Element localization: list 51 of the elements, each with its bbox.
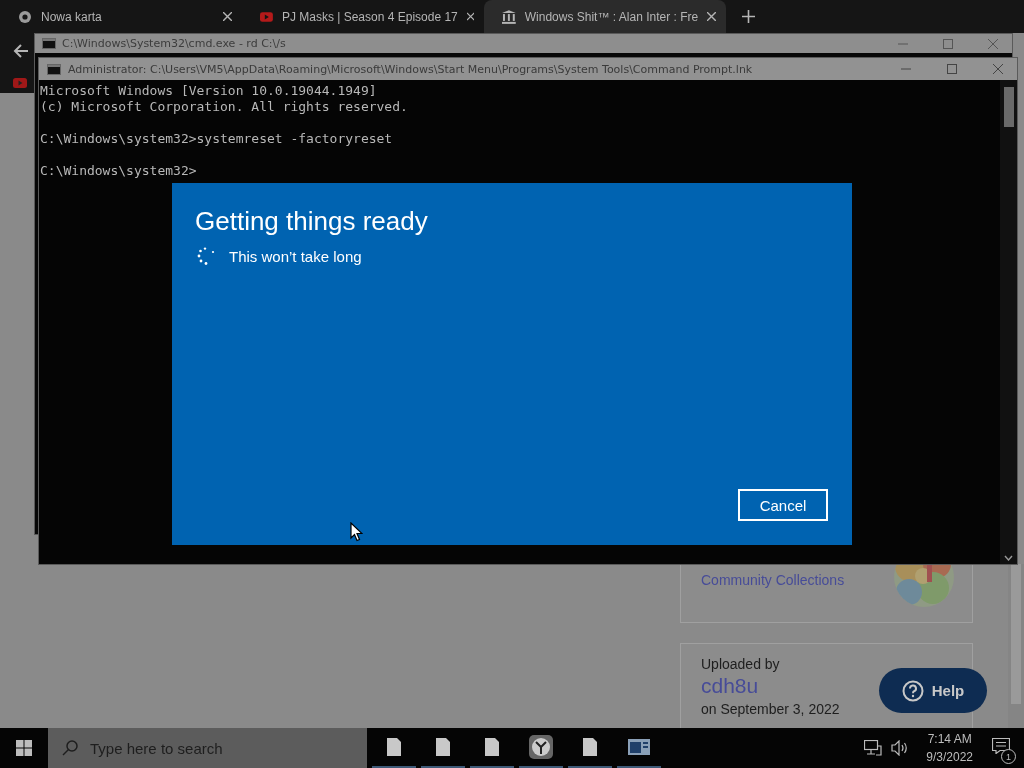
dialog-message: This won’t take long [229,247,362,265]
document-icon [436,738,450,756]
chevron-down-icon [1004,555,1013,561]
scrollbar[interactable] [1008,564,1024,728]
notification-count: 1 [1001,749,1016,764]
building-icon [502,9,516,24]
cancel-button[interactable]: Cancel [738,489,828,521]
close-icon [466,12,474,21]
search-icon [62,740,78,756]
play-icon [13,78,27,88]
scrollbar[interactable] [1000,80,1017,564]
new-tab-icon [742,10,755,23]
command-line: C:\Windows\system32> [40,163,198,179]
clock-time[interactable]: 7:14 AM [927,730,972,748]
console-output: Microsoft Windows [Version 10.0.19044.1949] [40,83,378,99]
document-icon [583,738,597,756]
windows-logo-icon[interactable] [16,740,32,756]
window-title: C:\Windows\System32\cmd.exe - rd C:\/s [62,37,286,50]
clock-date[interactable]: 9/3/2022 [926,748,973,766]
browser-tab[interactable]: PJ Masks | Season 4 Episode 17 [242,0,484,33]
console-icon [42,38,56,49]
back-arrow-icon[interactable] [13,44,29,58]
clock-icon [529,735,553,759]
window-icon [628,739,650,755]
help-icon [901,679,924,702]
uploaded-by-label: Uploaded by [701,656,781,672]
network-icon [864,740,883,756]
upload-date: on September 3, 2022 [701,701,841,717]
dialog-title: Getting things ready [195,205,429,237]
speaker-icon [891,740,910,756]
command-line: C:\Windows\system32>systemreset -factoryreset [40,131,394,147]
spinner-icon [197,247,215,265]
document-icon [485,738,499,756]
cursor-icon [350,522,363,542]
browser-tab[interactable]: Windows Shit™ : Alan Inter : Fre [484,0,726,33]
console-icon [47,63,61,75]
console-output: (c) Microsoft Corporation. All rights reserved. [40,99,409,115]
scrollbar-thumb[interactable] [1011,564,1021,704]
notification-icon [992,738,1010,754]
help-button[interactable]: Help [879,668,987,713]
maximize-icon [943,38,953,49]
document-icon [387,738,401,756]
scrollbar-thumb[interactable] [1003,87,1014,127]
close-icon [707,12,716,21]
play-icon [260,10,273,23]
maximize-icon [947,64,957,74]
window-title: Administrator: C:\Users\VM5\AppData\Roaming\Microsoft\Windows\Start Menu\Programs\System Tools\Command Prompt.lnk [68,62,753,76]
close-icon [223,12,232,21]
close-icon [993,64,1003,74]
browser-tab[interactable]: Nowa karta [0,0,242,33]
close-icon [988,38,998,49]
